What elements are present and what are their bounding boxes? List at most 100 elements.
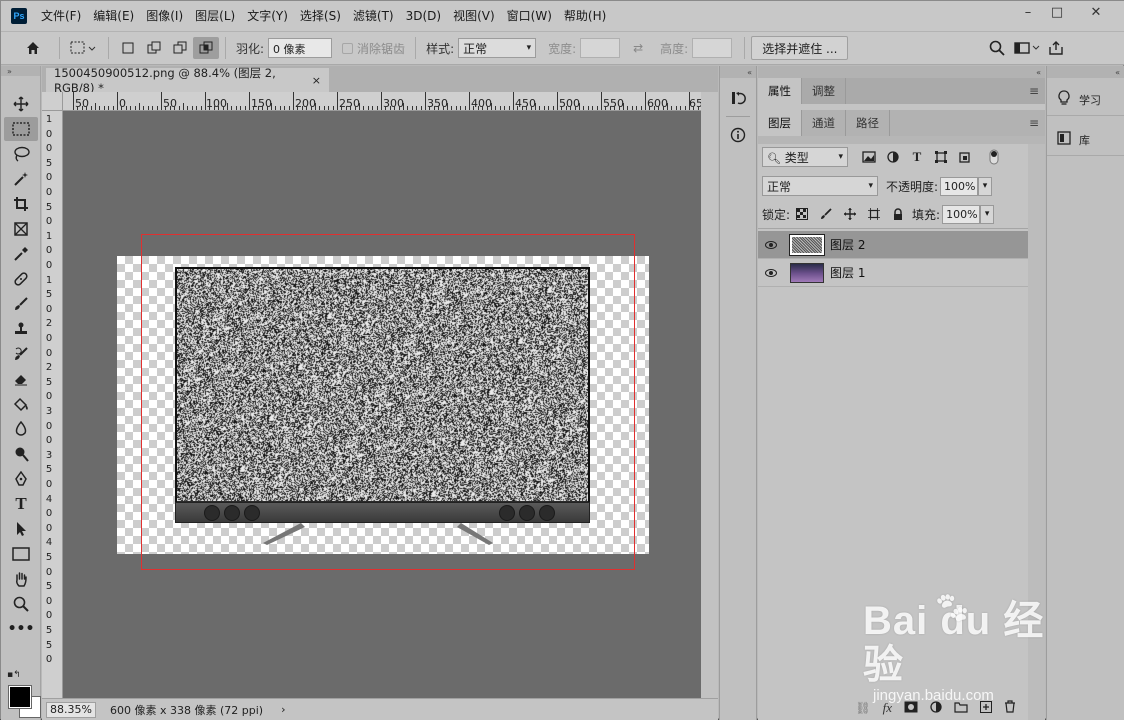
more-tools-icon[interactable]: ••• [4, 617, 38, 641]
height-input[interactable] [692, 38, 733, 58]
chevron-down-icon[interactable]: ▾ [980, 204, 995, 224]
healing-brush-tool-icon[interactable] [4, 267, 38, 291]
swap-icon[interactable]: ⇄ [620, 37, 656, 59]
history-panel-icon[interactable] [720, 84, 756, 112]
info-panel-icon[interactable] [720, 121, 756, 149]
learn-panel-button[interactable]: 学习 [1047, 84, 1124, 116]
rectangular-marquee-tool-icon[interactable] [4, 117, 38, 141]
canvas-vertical-scrollbar[interactable] [701, 92, 718, 698]
tab-adjustments[interactable]: 调整 [802, 78, 846, 104]
document-tab[interactable]: 1500450900512.png @ 88.4% (图层 2, RGB/8) … [46, 66, 329, 95]
hand-tool-icon[interactable] [4, 567, 38, 591]
blend-mode-select[interactable]: 正常 ▾ [762, 176, 878, 196]
history-brush-tool-icon[interactable] [4, 342, 38, 366]
visibility-eye-icon[interactable] [758, 268, 784, 277]
home-icon[interactable] [13, 37, 53, 59]
tab-properties[interactable]: 属性 [758, 78, 802, 104]
lock-transparent-icon[interactable] [793, 205, 811, 223]
intersect-selection-icon[interactable] [193, 37, 219, 59]
menu-select[interactable]: 选择(S) [294, 1, 347, 31]
type-tool-icon[interactable]: T [4, 492, 38, 516]
filter-toggle-icon[interactable] [985, 148, 1003, 166]
crop-tool-icon[interactable] [4, 192, 38, 216]
add-selection-icon[interactable] [141, 37, 167, 59]
layer-row[interactable]: 图层 1 [758, 259, 1028, 287]
vertical-ruler[interactable]: 1 0 0 5 0 0 5 0 1 0 0 1 5 0 2 0 0 2 5 0 3 0 0 3 5 0 4 0 0 4 5 0 5 0 0 5 5 0 [42, 111, 63, 698]
magic-wand-tool-icon[interactable] [4, 167, 38, 191]
rectangle-tool-icon[interactable] [4, 542, 38, 566]
new-selection-icon[interactable] [115, 37, 141, 59]
tab-paths[interactable]: 路径 [846, 110, 890, 136]
horizontal-ruler[interactable]: 50 0 50 100 150 200 250 300 350 400 450 … [63, 92, 701, 111]
paint-bucket-tool-icon[interactable] [4, 392, 38, 416]
subtract-selection-icon[interactable] [167, 37, 193, 59]
close-window-button[interactable]: ✕ [1073, 1, 1119, 23]
menu-window[interactable]: 窗口(W) [501, 1, 558, 31]
zoom-tool-icon[interactable] [4, 592, 38, 616]
move-tool-icon[interactable] [4, 92, 38, 116]
blur-tool-icon[interactable] [4, 417, 38, 441]
menu-view[interactable]: 视图(V) [447, 1, 501, 31]
menu-image[interactable]: 图像(I) [140, 1, 189, 31]
menu-help[interactable]: 帮助(H) [558, 1, 612, 31]
workspace-icon[interactable] [1010, 37, 1044, 59]
panel-menu-icon[interactable]: ≡ [1029, 84, 1039, 98]
search-icon[interactable] [984, 37, 1010, 59]
style-select[interactable]: 正常 ▾ [458, 38, 537, 58]
antialias-checkbox[interactable]: 消除锯齿 [342, 40, 405, 57]
default-colors-icon[interactable]: ▪↰ [7, 670, 21, 680]
foreground-color-swatch[interactable] [8, 685, 32, 709]
library-panel-button[interactable]: 库 [1047, 124, 1124, 156]
menu-type[interactable]: 文字(Y) [241, 1, 294, 31]
close-tab-icon[interactable]: × [312, 74, 321, 87]
zoom-level-field[interactable]: 88.35% [46, 701, 96, 718]
pen-tool-icon[interactable] [4, 467, 38, 491]
status-menu-arrow-icon[interactable]: › [281, 703, 285, 716]
menu-filter[interactable]: 滤镜(T) [347, 1, 400, 31]
menu-edit[interactable]: 编辑(E) [87, 1, 140, 31]
collapse-icon[interactable]: « [720, 66, 756, 78]
marquee-preset-icon[interactable] [66, 37, 102, 59]
eyedropper-tool-icon[interactable] [4, 242, 38, 266]
feather-input[interactable]: 0 像素 [268, 38, 333, 58]
visibility-eye-icon[interactable] [758, 240, 784, 249]
share-icon[interactable] [1044, 37, 1068, 59]
opacity-input[interactable]: 100% [940, 176, 979, 196]
menu-layer[interactable]: 图层(L) [189, 1, 241, 31]
dodge-tool-icon[interactable] [4, 442, 38, 466]
frame-tool-icon[interactable] [4, 217, 38, 241]
type-filter-icon[interactable]: T [908, 148, 926, 166]
layer-row[interactable]: 图层 2 [758, 231, 1028, 259]
smart-object-filter-icon[interactable] [956, 148, 974, 166]
collapse-icon[interactable]: « [758, 66, 1045, 78]
pixel-filter-icon[interactable] [860, 148, 878, 166]
ruler-origin[interactable] [42, 92, 63, 111]
collapse-icon[interactable]: » [1, 66, 40, 76]
path-selection-tool-icon[interactable] [4, 517, 38, 541]
width-input[interactable] [580, 38, 621, 58]
lock-artboard-icon[interactable] [865, 205, 883, 223]
canvas-area[interactable] [63, 111, 701, 698]
lock-pixels-icon[interactable] [817, 205, 835, 223]
tab-layers[interactable]: 图层 [758, 110, 802, 136]
lock-all-icon[interactable] [889, 205, 907, 223]
layer-filter-select[interactable]: 🔍︎ 类型 ▾ [762, 147, 848, 167]
adjustment-filter-icon[interactable] [884, 148, 902, 166]
menu-3d[interactable]: 3D(D) [400, 1, 447, 31]
brush-tool-icon[interactable] [4, 292, 38, 316]
clone-stamp-tool-icon[interactable] [4, 317, 38, 341]
menu-file[interactable]: 文件(F) [35, 1, 87, 31]
tab-channels[interactable]: 通道 [802, 110, 846, 136]
maximize-button[interactable]: □ [1044, 1, 1070, 23]
shape-filter-icon[interactable] [932, 148, 950, 166]
lock-position-icon[interactable] [841, 205, 859, 223]
minimize-button[interactable]: – [1015, 1, 1041, 23]
panel-menu-icon[interactable]: ≡ [1029, 116, 1039, 130]
link-layers-icon[interactable]: ⛓︎ [855, 701, 870, 715]
chevron-down-icon[interactable]: ▾ [978, 176, 993, 196]
lasso-tool-icon[interactable] [4, 142, 38, 166]
fill-input[interactable]: 100% [942, 204, 981, 224]
eraser-tool-icon[interactable] [4, 367, 38, 391]
select-and-mask-button[interactable]: 选择并遮住 ... [751, 36, 849, 60]
collapse-icon[interactable]: « [1047, 66, 1124, 78]
